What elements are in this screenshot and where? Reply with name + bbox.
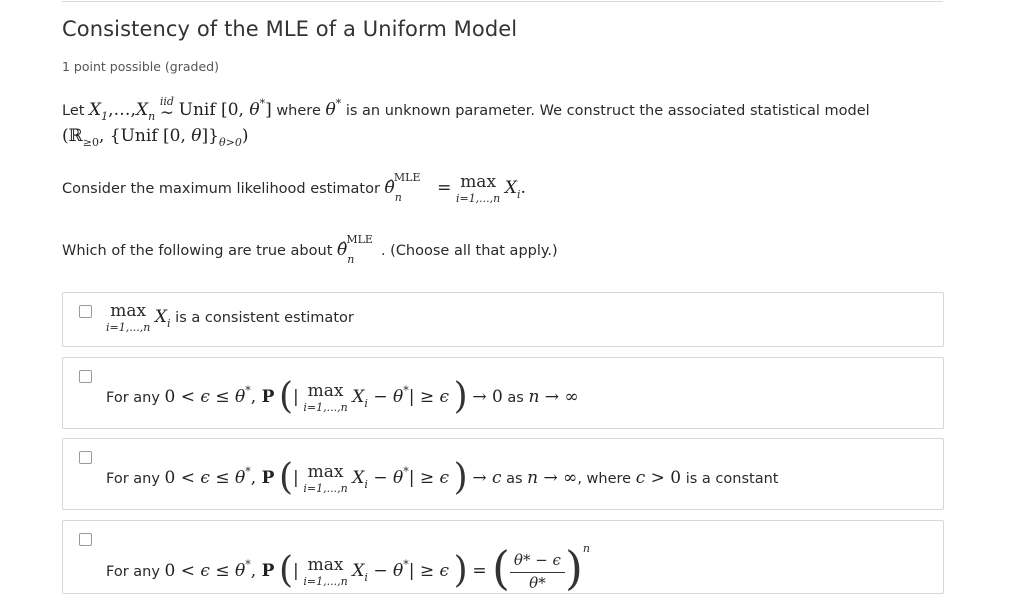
mle-superscript: MLE — [393, 171, 421, 184]
problem-statement: Let X1,…,Xn iid ∼ Unif [0, θ*] where θ* i… — [62, 95, 870, 123]
max-operator-opt4: max — [307, 555, 344, 575]
option-1-label: max i=1,...,n Xi is a consistent estimato… — [106, 301, 354, 334]
choice-option-4[interactable]: For any 0 < ϵ ≤ θ*, P (| max i=1,...,n Xi… — [62, 520, 944, 595]
option-4-prefix: For any — [106, 564, 160, 580]
problem-title: Consistency of the MLE of a Uniform Mode… — [62, 17, 518, 41]
option-3-as: as — [506, 471, 523, 487]
option-4-label: For any 0 < ϵ ≤ θ*, P (| max i=1,...,n Xi… — [106, 541, 591, 595]
checkbox-4[interactable] — [79, 533, 92, 546]
max-operator-opt1: max — [110, 301, 147, 321]
max-operator-opt3: max — [307, 462, 344, 482]
statement-text-where: where — [276, 103, 321, 119]
max-operator-opt2: max — [307, 381, 344, 401]
statement-text-rest: is an unknown parameter. We construct th… — [345, 103, 870, 119]
estimator-text: Consider the maximum likelihood estimato… — [62, 181, 380, 197]
option-2-label: For any 0 < ϵ ≤ θ*, P (| max i=1,...,n Xi… — [106, 376, 579, 417]
checkbox-1[interactable] — [79, 305, 92, 318]
max-range-opt3: i=1,...,n — [303, 482, 348, 495]
option-3-label: For any 0 < ϵ ≤ θ*, P (| max i=1,...,n Xi… — [106, 457, 779, 498]
max-operator: max — [460, 172, 497, 192]
question-prompt: Which of the following are true about θ̂… — [62, 233, 558, 266]
option-2-prefix: For any — [106, 390, 160, 406]
option-3-constant: is a constant — [685, 471, 779, 487]
checkbox-2[interactable] — [79, 370, 92, 383]
max-range-opt2: i=1,...,n — [303, 401, 348, 414]
top-divider — [62, 1, 943, 2]
max-range-opt4: i=1,...,n — [303, 575, 348, 588]
max-range-opt1: i=1,...,n — [106, 321, 151, 334]
max-range: i=1,...,n — [455, 192, 501, 205]
question-text: Which of the following are true about — [62, 243, 333, 259]
choice-option-1[interactable]: max i=1,...,n Xi is a consistent estimato… — [62, 292, 944, 347]
question-instruction: . (Choose all that apply.) — [380, 243, 558, 259]
points-label: 1 point possible (graded) — [62, 59, 219, 74]
choice-option-2[interactable]: For any 0 < ϵ ≤ θ*, P (| max i=1,...,n Xi… — [62, 357, 944, 429]
choice-option-3[interactable]: For any 0 < ϵ ≤ θ*, P (| max i=1,...,n Xi… — [62, 438, 944, 510]
option-1-text: is a consistent estimator — [175, 310, 354, 326]
estimator-definition: Consider the maximum likelihood estimato… — [62, 171, 526, 205]
statistical-model: (ℝ≥0, {Unif [0, θ]}θ>0) — [62, 126, 249, 149]
mle-superscript-2: MLE — [346, 233, 373, 246]
checkbox-3[interactable] — [79, 451, 92, 464]
option-3-prefix: For any — [106, 471, 160, 487]
option-2-as: as — [507, 390, 524, 406]
statement-text-let: Let — [62, 103, 85, 119]
option-3-where: , where — [577, 471, 632, 487]
